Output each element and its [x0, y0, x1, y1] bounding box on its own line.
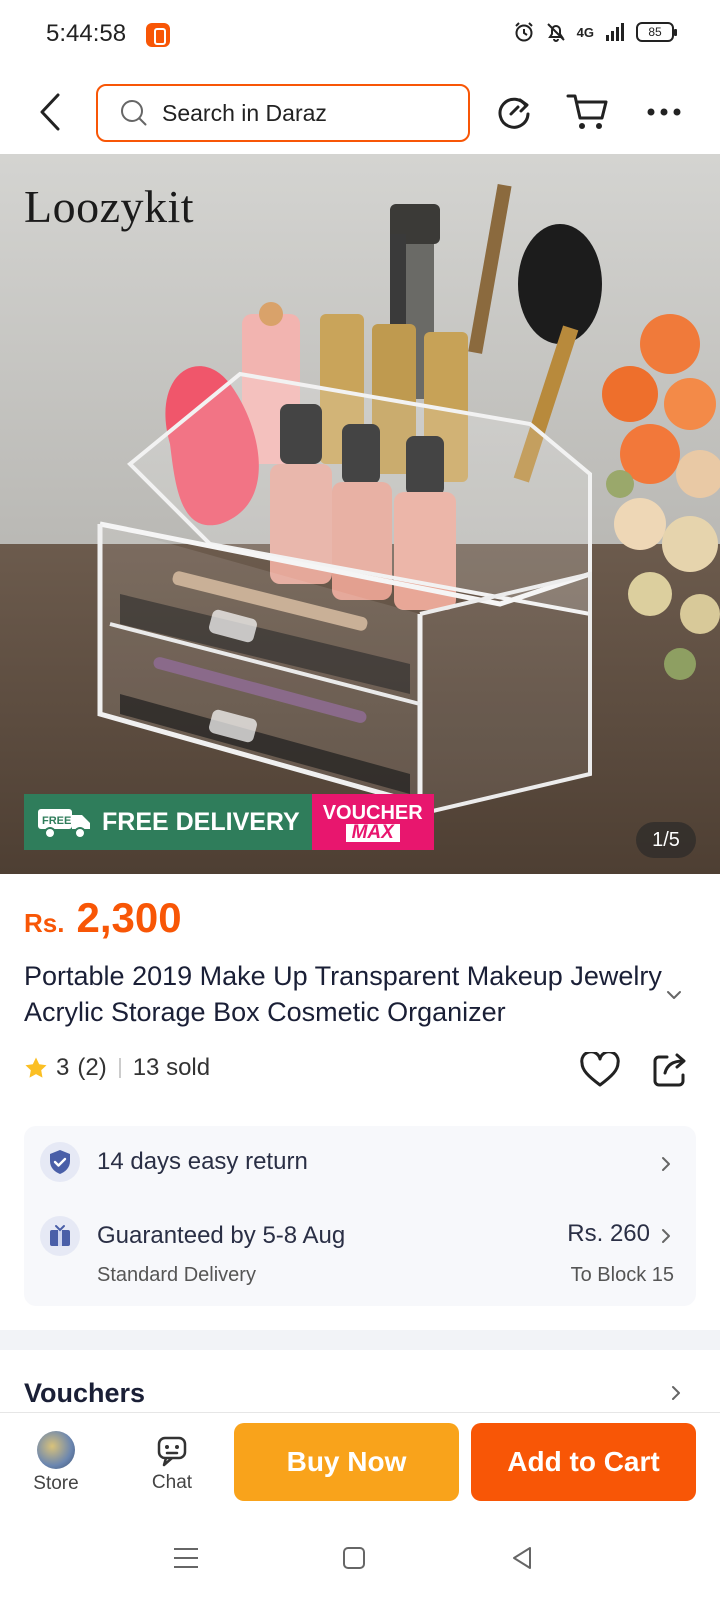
refresh-share-button[interactable] — [488, 86, 540, 138]
bottom-action-bar: Store Chat Buy Now Add to Cart — [0, 1412, 720, 1512]
promo-banner: FREE FREE DELIVERY VOUCHER MAX — [24, 794, 434, 850]
back-button[interactable] — [28, 86, 72, 138]
brand-logo: Loozykit — [24, 181, 195, 232]
search-icon — [120, 98, 150, 128]
nav-back-button[interactable] — [502, 1538, 542, 1578]
rating-count: (2) — [77, 1054, 107, 1081]
chevron-right-icon — [662, 1157, 670, 1171]
nav-back-icon — [513, 1547, 531, 1569]
network-type: 4G — [576, 24, 594, 40]
wishlist-button[interactable] — [576, 1046, 624, 1094]
delivery-type: Standard Delivery — [97, 1264, 256, 1286]
share-refresh-icon — [498, 97, 530, 129]
voucher-max-badge: VOUCHER MAX — [311, 794, 434, 850]
image-counter: 1/5 — [636, 822, 696, 858]
chat-bot-icon — [157, 1436, 187, 1467]
delivery-fee: Rs. 260 — [567, 1220, 650, 1247]
store-label: Store — [33, 1473, 79, 1494]
menu-icon — [174, 1548, 198, 1568]
cart-icon — [566, 94, 608, 129]
delivery-destination: To Block 15 — [570, 1264, 674, 1286]
free-delivery-badge: FREE FREE DELIVERY — [24, 794, 312, 850]
heart-icon — [580, 1052, 620, 1087]
nav-home-button[interactable] — [334, 1538, 374, 1578]
service-card: 14 days easy return Guaranteed by 5-8 Au… — [24, 1126, 696, 1306]
acrylic-organizer-illustration — [97, 183, 602, 814]
product-price: Rs. 2,300 — [24, 894, 182, 942]
status-icons: 4G 85 — [513, 21, 677, 43]
alarm-icon — [513, 21, 535, 43]
search-placeholder: Search in Daraz — [162, 99, 327, 126]
price-currency: Rs. — [24, 908, 65, 938]
rating-value: 3 — [56, 1054, 70, 1081]
search-input[interactable]: Search in Daraz — [96, 84, 470, 142]
bell-muted-icon — [545, 21, 567, 43]
voucher-bottom-label: MAX — [345, 823, 400, 842]
status-bar: 5:44:58 4G 85 — [0, 0, 720, 70]
store-button[interactable]: Store — [16, 1423, 96, 1503]
battery-icon: 85 — [636, 22, 677, 42]
vouchers-title[interactable]: Vouchers — [24, 1378, 145, 1409]
add-to-cart-button[interactable]: Add to Cart — [471, 1423, 696, 1501]
back-arrow-icon — [40, 93, 60, 131]
share-icon — [653, 1053, 686, 1087]
chevron-right-icon[interactable] — [668, 1384, 684, 1402]
section-divider — [0, 1330, 720, 1350]
rating-row[interactable]: 3 (2) 13 sold — [24, 1054, 210, 1082]
chat-button[interactable]: Chat — [132, 1423, 212, 1503]
buy-now-button[interactable]: Buy Now — [234, 1423, 459, 1501]
price-value: 2,300 — [76, 894, 182, 941]
chevron-down-icon[interactable] — [664, 985, 684, 1005]
free-delivery-label: FREE DELIVERY — [102, 807, 300, 836]
signal-icon — [604, 21, 626, 43]
return-policy-text: 14 days easy return — [97, 1148, 308, 1175]
more-icon — [647, 108, 681, 116]
status-time: 5:44:58 — [46, 20, 127, 47]
delivery-truck-icon: FREE — [38, 809, 90, 839]
top-header: Search in Daraz — [0, 70, 720, 154]
system-nav-bar — [0, 1512, 720, 1600]
more-button[interactable] — [638, 86, 690, 138]
star-icon — [25, 1057, 47, 1078]
home-square-icon — [343, 1547, 365, 1569]
share-button[interactable] — [646, 1046, 694, 1094]
voucher-top-label: VOUCHER — [322, 802, 423, 824]
nav-menu-button[interactable] — [166, 1538, 206, 1578]
chat-label: Chat — [151, 1472, 193, 1493]
product-title[interactable]: Portable 2019 Make Up Transparent Makeup… — [24, 958, 664, 1030]
product-image-carousel[interactable]: Loozykit FREE FREE DELIVERY VOUCHER MAX … — [0, 154, 720, 874]
delivery-box-icon — [40, 1216, 80, 1256]
sold-count: 13 sold — [132, 1054, 211, 1081]
divider — [118, 1058, 121, 1078]
cart-button[interactable] — [562, 86, 614, 138]
delivery-row[interactable]: Guaranteed by 5-8 Aug Standard Delivery … — [24, 1200, 696, 1304]
delivery-guarantee-text: Guaranteed by 5-8 Aug — [97, 1222, 346, 1249]
chevron-right-icon — [662, 1229, 670, 1243]
return-policy-row[interactable]: 14 days easy return — [24, 1126, 696, 1200]
shield-check-icon — [40, 1142, 80, 1182]
app-notification-icon — [146, 23, 170, 47]
store-avatar — [37, 1431, 75, 1469]
free-tag: FREE — [42, 815, 71, 827]
